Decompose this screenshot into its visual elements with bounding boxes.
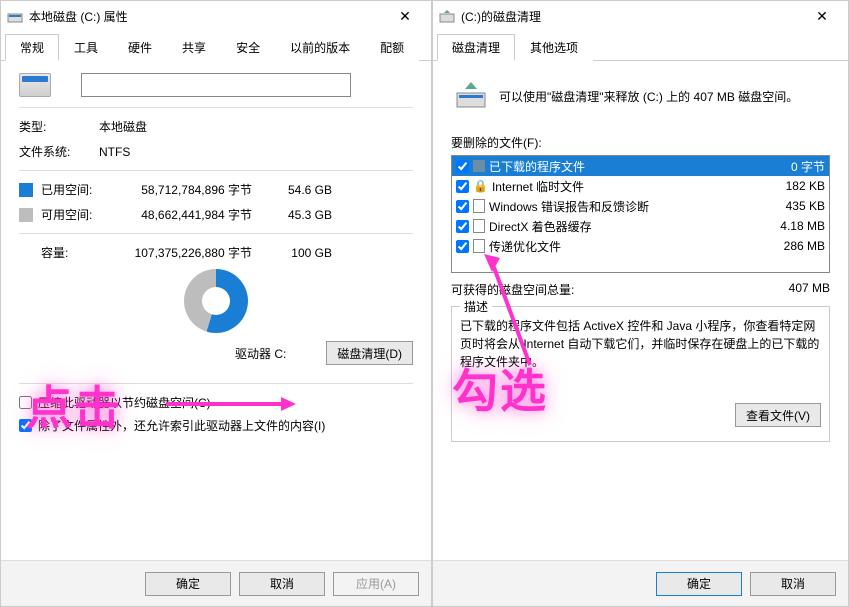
file-checkbox[interactable]: [456, 160, 469, 173]
cancel-button[interactable]: 取消: [239, 572, 325, 596]
file-name: 已下载的程序文件: [489, 158, 585, 175]
tab-tools[interactable]: 工具: [59, 34, 113, 61]
info-text: 可以使用"磁盘清理"来释放 (C:) 上的 407 MB 磁盘空间。: [499, 88, 798, 105]
file-icon: [473, 239, 485, 253]
file-name: Internet 临时文件: [492, 178, 584, 195]
file-size: 0 字节: [755, 158, 825, 175]
index-checkbox[interactable]: [19, 419, 32, 432]
drive-label: 驱动器 C:: [235, 345, 286, 362]
compress-label: 压缩此驱动器以节约磁盘空间(C): [38, 394, 211, 411]
used-bytes: 58,712,784,896 字节: [117, 181, 252, 198]
cleanup-icon: [439, 8, 455, 24]
compress-checkbox-row[interactable]: 压缩此驱动器以节约磁盘空间(C): [19, 394, 413, 411]
file-checkbox[interactable]: [456, 180, 469, 193]
used-swatch: [19, 183, 33, 197]
free-bytes: 48,662,441,984 字节: [117, 206, 252, 223]
free-human: 45.3 GB: [262, 208, 332, 222]
file-size: 435 KB: [755, 199, 825, 213]
file-icon: [473, 219, 485, 233]
dialog-footer: 确定 取消: [433, 560, 848, 606]
view-files-button[interactable]: 查看文件(V): [735, 403, 821, 427]
file-name: 传递优化文件: [489, 238, 561, 255]
properties-window: 本地磁盘 (C:) 属性 ✕ 常规 工具 硬件 共享 安全 以前的版本 配额 类…: [0, 0, 432, 607]
drive-big-icon: [19, 73, 51, 97]
file-list[interactable]: 已下载的程序文件 0 字节 🔒 Internet 临时文件 182 KB Windows …: [451, 155, 830, 273]
tab-hardware[interactable]: 硬件: [113, 34, 167, 61]
used-human: 54.6 GB: [262, 183, 332, 197]
file-list-row[interactable]: DirectX 着色器缓存 4.18 MB: [452, 216, 829, 236]
tab-cleanup[interactable]: 磁盘清理: [437, 34, 515, 61]
file-icon: [473, 199, 485, 213]
cleanup-panel: 可以使用"磁盘清理"来释放 (C:) 上的 407 MB 磁盘空间。 要删除的文…: [433, 61, 848, 560]
disk-cleanup-button[interactable]: 磁盘清理(D): [326, 341, 413, 365]
tab-strip: 磁盘清理 其他选项: [433, 33, 848, 61]
total-label: 可获得的磁盘空间总量:: [451, 281, 574, 298]
file-list-row[interactable]: 🔒 Internet 临时文件 182 KB: [452, 176, 829, 196]
titlebar[interactable]: 本地磁盘 (C:) 属性 ✕: [1, 1, 431, 31]
free-swatch: [19, 208, 33, 222]
file-size: 182 KB: [755, 179, 825, 193]
dialog-footer: 确定 取消 应用(A): [1, 560, 431, 606]
window-title: (C:)的磁盘清理: [461, 8, 802, 25]
type-label: 类型:: [19, 118, 99, 135]
file-checkbox[interactable]: [456, 220, 469, 233]
file-list-row[interactable]: Windows 错误报告和反馈诊断 435 KB: [452, 196, 829, 216]
description-group: 描述 已下载的程序文件包括 ActiveX 控件和 Java 小程序，你查看特定…: [451, 306, 830, 442]
tab-quota[interactable]: 配额: [365, 34, 419, 61]
capacity-label: 容量:: [41, 244, 117, 261]
ok-button[interactable]: 确定: [656, 572, 742, 596]
general-panel: 类型: 本地磁盘 文件系统: NTFS 已用空间: 58,712,784,896…: [1, 61, 431, 560]
tab-security[interactable]: 安全: [221, 34, 275, 61]
titlebar[interactable]: (C:)的磁盘清理 ✕: [433, 1, 848, 31]
close-icon[interactable]: ✕: [802, 2, 842, 30]
close-icon[interactable]: ✕: [385, 2, 425, 30]
file-checkbox[interactable]: [456, 200, 469, 213]
cancel-button[interactable]: 取消: [750, 572, 836, 596]
compress-checkbox[interactable]: [19, 396, 32, 409]
description-title: 描述: [460, 298, 492, 315]
file-name: DirectX 着色器缓存: [489, 218, 592, 235]
capacity-bytes: 107,375,226,880 字节: [117, 244, 252, 261]
file-size: 286 MB: [755, 239, 825, 253]
tab-strip: 常规 工具 硬件 共享 安全 以前的版本 配额: [1, 33, 431, 61]
files-to-delete-label: 要删除的文件(F):: [451, 134, 830, 151]
fs-label: 文件系统:: [19, 143, 99, 160]
apply-button: 应用(A): [333, 572, 419, 596]
program-icon: [473, 160, 485, 172]
file-name: Windows 错误报告和反馈诊断: [489, 198, 649, 215]
usage-pie-chart: [19, 269, 413, 333]
tab-previous[interactable]: 以前的版本: [275, 34, 365, 61]
used-label: 已用空间:: [41, 181, 117, 198]
description-text: 已下载的程序文件包括 ActiveX 控件和 Java 小程序，你查看特定网页时…: [460, 317, 821, 377]
ok-button[interactable]: 确定: [145, 572, 231, 596]
tab-other[interactable]: 其他选项: [515, 34, 593, 61]
index-label: 除了文件属性外，还允许索引此驱动器上文件的内容(I): [38, 417, 325, 434]
file-size: 4.18 MB: [755, 219, 825, 233]
lock-icon: 🔒: [473, 179, 488, 193]
window-title: 本地磁盘 (C:) 属性: [29, 8, 385, 25]
free-label: 可用空间:: [41, 206, 117, 223]
fs-value: NTFS: [99, 145, 130, 159]
capacity-human: 100 GB: [262, 246, 332, 260]
total-value: 407 MB: [789, 281, 830, 298]
file-list-row[interactable]: 传递优化文件 286 MB: [452, 236, 829, 256]
index-checkbox-row[interactable]: 除了文件属性外，还允许索引此驱动器上文件的内容(I): [19, 417, 413, 434]
drive-icon: [7, 8, 23, 24]
tab-sharing[interactable]: 共享: [167, 34, 221, 61]
volume-name-input[interactable]: [81, 73, 351, 97]
cleanup-big-icon: [455, 79, 487, 114]
tab-general[interactable]: 常规: [5, 34, 59, 61]
type-value: 本地磁盘: [99, 118, 147, 135]
file-list-row[interactable]: 已下载的程序文件 0 字节: [452, 156, 829, 176]
disk-cleanup-window: (C:)的磁盘清理 ✕ 磁盘清理 其他选项 可以使用"磁盘清理"来释放 (C:)…: [432, 0, 849, 607]
file-checkbox[interactable]: [456, 240, 469, 253]
